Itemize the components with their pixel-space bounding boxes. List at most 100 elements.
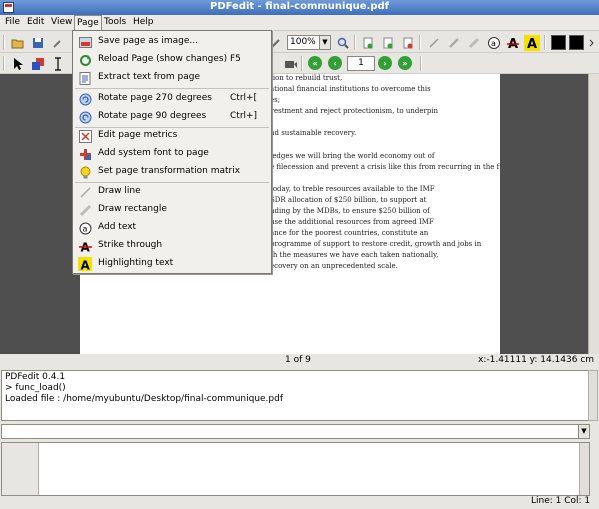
add-text-icon[interactable]: a <box>486 35 502 51</box>
menu-item-save-page-as-image[interactable]: Save page as image... <box>74 33 270 51</box>
menu-tools[interactable]: Tools <box>104 17 126 27</box>
menu-item-strike-through[interactable]: A Strike through <box>74 237 270 255</box>
page-text-line: ance for the poorest countries, constitu… <box>270 229 429 237</box>
eraser-icon[interactable] <box>466 35 482 51</box>
line-number-gutter <box>2 443 38 495</box>
menu-item-label: Strike through <box>98 240 163 250</box>
insert-page-icon[interactable] <box>360 35 376 51</box>
menu-item-rotate-90[interactable]: Rotate page 90 degrees Ctrl+] <box>74 108 270 126</box>
console-line: > func_load() <box>5 383 66 393</box>
menu-item-label: Add system font to page <box>98 148 209 158</box>
window-title: PDFedit - final-communique.pdf <box>209 1 389 12</box>
select-arrow-icon[interactable] <box>10 56 26 72</box>
add-page-icon[interactable] <box>380 35 396 51</box>
console-scrollbar[interactable] <box>588 370 598 421</box>
document-scrollbar[interactable] <box>588 74 599 354</box>
menu-item-draw-line[interactable]: Draw line <box>74 183 270 201</box>
page-menu-dropdown: Save page as image... Reload Page (show … <box>72 30 272 274</box>
toolbar-separator <box>544 35 546 50</box>
menu-item-label: Add text <box>98 222 137 232</box>
menu-item-shortcut: F5 <box>230 54 241 64</box>
chevron-down-icon[interactable]: ▼ <box>578 425 589 438</box>
delete-page-icon[interactable] <box>400 35 416 51</box>
text-cursor-icon[interactable] <box>50 56 66 72</box>
svg-text:a: a <box>82 224 87 233</box>
svg-text:A: A <box>80 258 90 271</box>
console-line: PDFedit 0.4.1 <box>5 372 66 382</box>
menu-bar: File Edit View Page Tools Help <box>0 15 599 31</box>
draw-line-icon <box>78 185 92 199</box>
select-object-icon[interactable] <box>30 56 46 72</box>
menu-item-label: Extract text from page <box>98 72 201 82</box>
menu-item-shortcut: Ctrl+[ <box>230 93 258 103</box>
cursor-coordinates: x:-1.41111 y: 14.1436 cm <box>478 355 595 365</box>
overflow-chevron-icon[interactable] <box>587 35 597 51</box>
fill-color-swatch[interactable] <box>569 35 584 50</box>
editor-scrollbar[interactable] <box>579 443 589 495</box>
document-status-bar: 1 of 9 x:-1.41111 y: 14.1436 cm <box>0 354 599 368</box>
draw-line-icon[interactable] <box>426 35 442 51</box>
menu-item-label: Rotate page 90 degrees <box>98 111 207 121</box>
chevron-down-icon[interactable]: ▼ <box>319 36 330 49</box>
page-text-line: nding by the MDBs, to ensure $250 billio… <box>270 207 430 215</box>
menu-item-set-transformation-matrix[interactable]: Set page transformation matrix <box>74 163 270 181</box>
menu-item-label: Set page transformation matrix <box>98 166 241 176</box>
menu-item-edit-page-metrics[interactable]: Edit page metrics <box>74 127 270 145</box>
menu-edit[interactable]: Edit <box>27 17 44 27</box>
menu-help[interactable]: Help <box>133 17 154 27</box>
zoom-select[interactable]: 100% ▼ <box>287 35 331 50</box>
wrench-icon[interactable] <box>50 35 66 51</box>
stroke-color-swatch[interactable] <box>551 35 566 50</box>
cursor-position: Line: 1 Col: 1 <box>531 496 591 506</box>
add-text-icon: a <box>78 221 92 235</box>
menu-item-reload-page[interactable]: Reload Page (show changes) F5 <box>74 51 270 69</box>
menu-item-add-text[interactable]: a Add text <box>74 219 270 237</box>
next-page-button[interactable]: › <box>378 56 392 70</box>
zoom-tool-icon[interactable] <box>335 35 351 51</box>
console-line: Loaded file : /home/myubuntu/Desktop/fin… <box>5 394 284 404</box>
menu-file[interactable]: File <box>5 17 20 27</box>
previous-page-button[interactable]: ‹ <box>328 56 342 70</box>
menu-item-label: Draw line <box>98 186 141 196</box>
rotate-right-icon <box>78 110 92 124</box>
highlight-text-icon[interactable]: A <box>524 35 540 51</box>
editor-status-bar: Line: 1 Col: 1 <box>0 496 599 509</box>
svg-text:a: a <box>491 39 496 48</box>
rotate-left-icon <box>78 92 92 106</box>
menu-item-add-system-font[interactable]: Add system font to page <box>74 145 270 163</box>
open-icon[interactable] <box>10 35 26 51</box>
menu-item-label: Draw rectangle <box>98 204 167 214</box>
first-page-button[interactable]: « <box>308 56 322 70</box>
strike-through-icon[interactable]: A <box>505 35 521 51</box>
image-icon <box>78 35 92 49</box>
toolbar-separator <box>419 35 421 50</box>
page-number-input[interactable]: 1 <box>347 56 375 71</box>
page-text-line: ecovery on an unprecedented scale. <box>270 262 398 270</box>
save-icon[interactable] <box>30 35 46 51</box>
command-input[interactable]: ▼ <box>1 424 590 439</box>
script-editor-text[interactable] <box>38 443 579 495</box>
console-output: PDFedit 0.4.1 > func_load() Loaded file … <box>1 370 589 421</box>
menu-view[interactable]: View <box>51 17 72 27</box>
script-editor <box>1 442 590 496</box>
menu-item-rotate-270[interactable]: Rotate page 270 degrees Ctrl+[ <box>74 90 270 108</box>
menu-page[interactable]: Page <box>74 15 102 31</box>
pencil-icon[interactable] <box>446 35 462 51</box>
toolbar-separator <box>354 35 356 50</box>
menu-item-highlighting-text[interactable]: A Highlighting text <box>74 255 270 273</box>
page-indicator: 1 of 9 <box>285 355 311 365</box>
toolbar-separator <box>301 56 303 71</box>
menu-item-draw-rectangle[interactable]: Draw rectangle <box>74 201 270 219</box>
toolbar-grip <box>3 35 5 50</box>
zoom-value: 100% <box>290 37 316 47</box>
menu-item-extract-text[interactable]: Extract text from page <box>74 69 270 87</box>
page-text-line: use the additional resources from agreed… <box>270 218 434 226</box>
page-metrics-icon <box>78 129 92 143</box>
page-text-line: th the measures we have each taken natio… <box>270 251 439 259</box>
page-text-line: SDR allocation of $250 billion, to suppo… <box>270 196 427 204</box>
page-text-line: nd sustainable recovery. <box>270 129 357 137</box>
last-page-button[interactable]: » <box>398 56 412 70</box>
toolbar-separator <box>420 56 422 71</box>
draw-rectangle-icon <box>78 203 92 217</box>
video-icon[interactable] <box>283 56 299 72</box>
